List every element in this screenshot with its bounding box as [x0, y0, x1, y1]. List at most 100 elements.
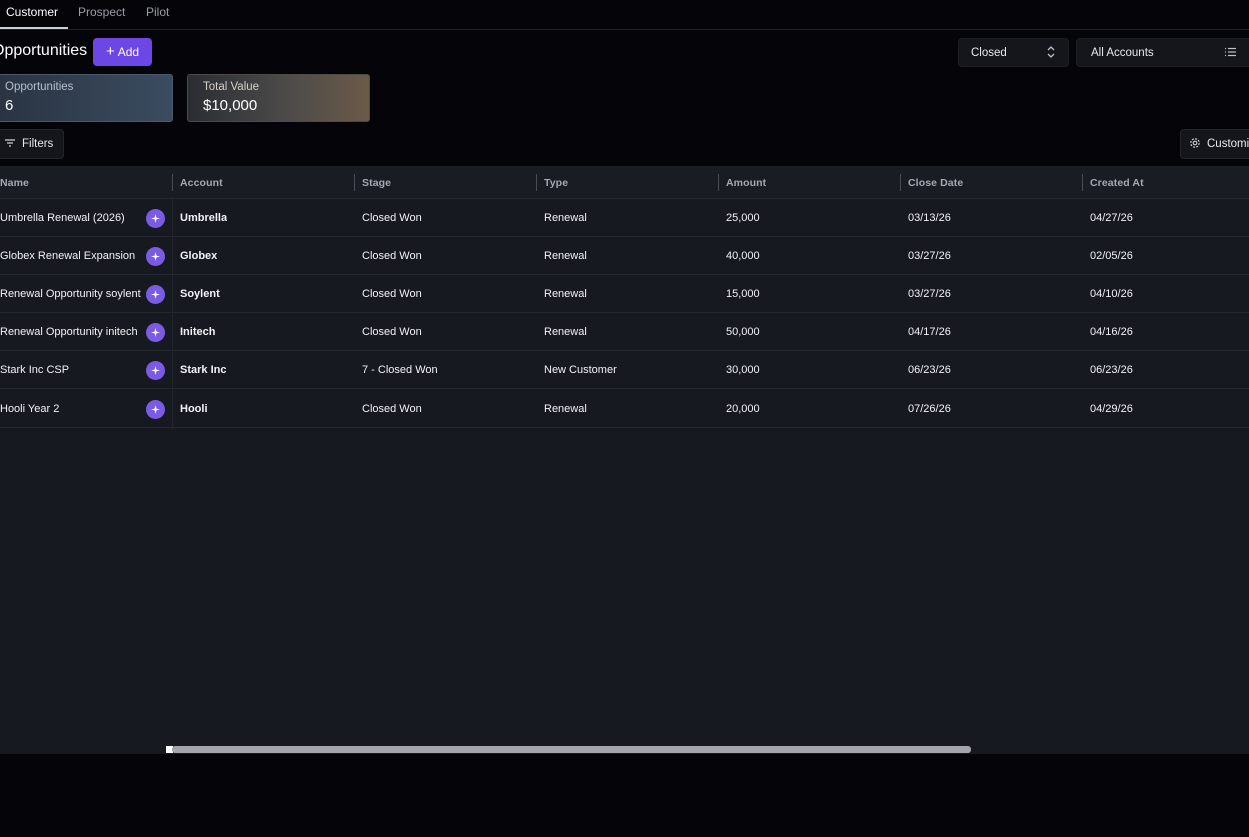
cell-created-at: 04/16/26: [1090, 326, 1133, 338]
cell-account[interactable]: Soylent: [180, 275, 220, 313]
cell-account[interactable]: Umbrella: [180, 199, 227, 237]
total-value-card: Total Value $10,000: [187, 74, 370, 122]
sparkle-icon[interactable]: [146, 361, 165, 380]
column-header-type[interactable]: Type: [544, 166, 568, 199]
column-header-created-at[interactable]: Created At: [1090, 166, 1144, 199]
column-resize-handle[interactable]: [172, 174, 173, 191]
cell-name[interactable]: Renewal Opportunity initech: [0, 313, 142, 351]
table-row[interactable]: Globex Renewal Expansion Globex Closed W…: [0, 237, 1249, 275]
cell-close-date: 07/26/26: [908, 403, 951, 415]
column-resize-handle[interactable]: [354, 174, 355, 191]
customize-button[interactable]: Customize: [1180, 129, 1249, 159]
cell-amount: 50,000: [726, 326, 760, 338]
column-header-stage[interactable]: Stage: [362, 166, 391, 199]
cell-created-at: 04/27/26: [1090, 212, 1133, 224]
page-title: Opportunities: [0, 42, 88, 59]
status-select-value: Closed: [971, 46, 1007, 59]
cell-account[interactable]: Hooli: [180, 390, 208, 428]
opportunities-card-value: 6: [5, 97, 14, 114]
cell-amount: 30,000: [726, 364, 760, 376]
tab-customer[interactable]: Customer: [6, 5, 58, 19]
opportunity-name[interactable]: Stark Inc CSP: [0, 364, 69, 376]
cell-type: New Customer: [544, 364, 617, 376]
cell-type: Renewal: [544, 250, 587, 262]
cell-name[interactable]: Hooli Year 2: [0, 390, 142, 428]
opportunities-table: Name Account Stage Type Amount Close Dat…: [0, 166, 1249, 754]
app-root: Customer Prospect Pilot Opportunities + …: [0, 0, 1249, 837]
opportunity-name[interactable]: Hooli Year 2: [0, 403, 59, 415]
cell-close-date: 06/23/26: [908, 364, 951, 376]
cell-amount: 25,000: [726, 212, 760, 224]
accounts-select-value: All Accounts: [1091, 46, 1154, 59]
cell-type: Renewal: [544, 288, 587, 300]
cell-stage: Closed Won: [362, 288, 422, 300]
cell-stage: 7 - Closed Won: [362, 364, 438, 376]
cell-close-date: 04/17/26: [908, 326, 951, 338]
active-tab-indicator: [0, 27, 68, 29]
opportunity-name[interactable]: Renewal Opportunity initech: [0, 326, 138, 338]
column-header-name[interactable]: Name: [0, 166, 29, 199]
table-row[interactable]: Renewal Opportunity initech Initech Clos…: [0, 313, 1249, 351]
cell-account[interactable]: Stark Inc: [180, 351, 226, 389]
filters-button-label: Filters: [22, 138, 54, 150]
column-header-close-date[interactable]: Close Date: [908, 166, 963, 199]
cell-created-at: 02/05/26: [1090, 250, 1133, 262]
total-value-card-label: Total Value: [203, 81, 260, 93]
cell-type: Renewal: [544, 403, 587, 415]
column-resize-handle[interactable]: [1082, 174, 1083, 191]
tab-prospect[interactable]: Prospect: [78, 5, 125, 19]
column-resize-handle[interactable]: [900, 174, 901, 191]
add-opportunity-button[interactable]: + Add: [93, 38, 152, 66]
cell-name[interactable]: Globex Renewal Expansion: [0, 237, 142, 275]
total-value-card-value: $10,000: [203, 97, 258, 114]
table-row[interactable]: Renewal Opportunity soylent Soylent Clos…: [0, 275, 1249, 313]
chevron-up-down-icon: [1046, 45, 1056, 62]
customize-button-label: Customize: [1207, 138, 1249, 150]
opportunity-name[interactable]: Renewal Opportunity soylent: [0, 288, 141, 300]
status-select[interactable]: Closed: [958, 38, 1069, 67]
add-button-label: Add: [117, 45, 140, 59]
cell-account[interactable]: Globex: [180, 237, 217, 275]
cell-amount: 40,000: [726, 250, 760, 262]
cell-close-date: 03/27/26: [908, 250, 951, 262]
cell-created-at: 04/29/26: [1090, 403, 1133, 415]
opportunity-name[interactable]: Umbrella Renewal (2026): [0, 212, 125, 224]
list-icon: [1224, 45, 1237, 62]
cell-name[interactable]: Umbrella Renewal (2026): [0, 199, 142, 237]
sparkle-icon[interactable]: [146, 285, 165, 304]
sparkle-icon[interactable]: [146, 323, 165, 342]
cell-close-date: 03/13/26: [908, 212, 951, 224]
cell-name[interactable]: Renewal Opportunity soylent: [0, 275, 142, 313]
column-header-account[interactable]: Account: [180, 166, 223, 199]
tab-pilot[interactable]: Pilot: [146, 5, 169, 19]
cell-name[interactable]: Stark Inc CSP: [0, 351, 142, 389]
opportunity-name[interactable]: Globex Renewal Expansion: [0, 250, 135, 262]
table-row[interactable]: Hooli Year 2 Hooli Closed Won Renewal 20…: [0, 390, 1249, 428]
table-header: Name Account Stage Type Amount Close Dat…: [0, 166, 1249, 199]
pinned-column-divider: [172, 199, 173, 429]
cell-type: Renewal: [544, 326, 587, 338]
table-row[interactable]: Umbrella Renewal (2026) Umbrella Closed …: [0, 199, 1249, 237]
horizontal-scrollbar[interactable]: [172, 746, 971, 753]
cell-stage: Closed Won: [362, 250, 422, 262]
sparkle-icon[interactable]: [146, 400, 165, 419]
cell-close-date: 03/27/26: [908, 288, 951, 300]
cell-stage: Closed Won: [362, 403, 422, 415]
cell-amount: 15,000: [726, 288, 760, 300]
column-resize-handle[interactable]: [536, 174, 537, 191]
tab-bar: Customer Prospect Pilot: [0, 0, 1249, 30]
plus-icon: +: [105, 43, 115, 60]
filters-button[interactable]: Filters: [0, 129, 64, 159]
gear-icon: [1189, 137, 1201, 152]
cell-stage: Closed Won: [362, 326, 422, 338]
table-row[interactable]: Stark Inc CSP Stark Inc 7 - Closed Won N…: [0, 351, 1249, 389]
column-resize-handle[interactable]: [718, 174, 719, 191]
accounts-select[interactable]: All Accounts: [1076, 38, 1249, 67]
sparkle-icon[interactable]: [146, 209, 165, 228]
cell-created-at: 04/10/26: [1090, 288, 1133, 300]
column-header-amount[interactable]: Amount: [726, 166, 766, 199]
cell-stage: Closed Won: [362, 212, 422, 224]
sparkle-icon[interactable]: [146, 247, 165, 266]
cell-account[interactable]: Initech: [180, 313, 215, 351]
cell-amount: 20,000: [726, 403, 760, 415]
